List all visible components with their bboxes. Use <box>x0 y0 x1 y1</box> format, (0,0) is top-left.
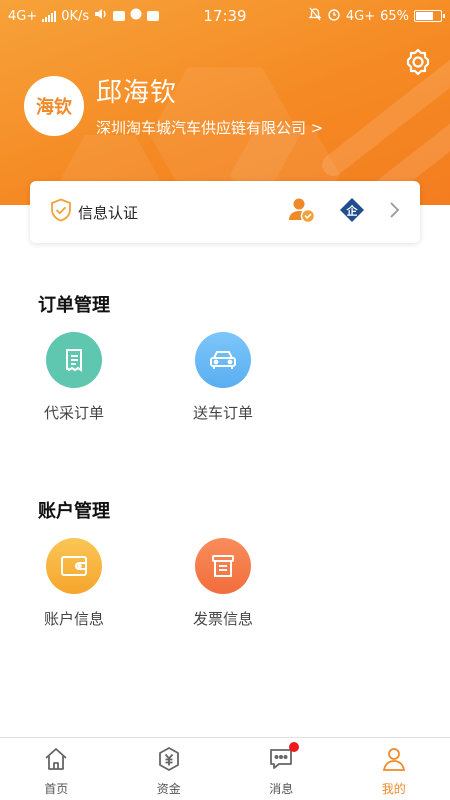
bottom-navigation: 首页 资金 消息 我的 <box>0 737 450 800</box>
mute-icon <box>308 7 322 25</box>
order-management-title: 订单管理 <box>38 295 110 316</box>
funds-icon <box>156 746 182 776</box>
home-icon <box>43 746 69 776</box>
delivery-orders-label: 送车订单 <box>192 404 253 422</box>
account-info-label: 账户信息 <box>43 610 104 628</box>
chevron-right-icon <box>388 201 400 223</box>
purchase-orders-label: 代采订单 <box>43 404 104 422</box>
avatar[interactable]: 海钦 <box>24 76 84 136</box>
nav-label-messages: 消息 <box>269 782 294 796</box>
delivery-orders-button[interactable]: 送车订单 <box>163 332 283 423</box>
profile-header: 4G+ 0K/s 17:39 4G+ 65% 海钦 邱海钦 深圳淘车城汽车供应链… <box>0 0 450 205</box>
network-type-right: 4G+ <box>345 8 376 24</box>
nav-tab-home[interactable]: 首页 <box>0 738 113 800</box>
profile-icon <box>381 746 407 776</box>
info-verification-label: 信息认证 <box>78 203 139 222</box>
invoice-info-button[interactable]: 发票信息 <box>163 538 283 629</box>
account-info-button[interactable]: 账户信息 <box>14 538 134 629</box>
network-speed: 0K/s <box>61 8 90 24</box>
battery-percent: 65% <box>380 8 409 24</box>
company-link[interactable]: 深圳淘车城汽车供应链有限公司 > <box>96 117 323 138</box>
battery-icon <box>414 10 445 22</box>
shield-check-icon <box>50 198 72 226</box>
alarm-icon <box>327 7 341 25</box>
message-notification-icon <box>147 11 160 21</box>
enterprise-verified-icon: 企 <box>338 196 366 228</box>
network-type: 4G+ <box>8 8 38 24</box>
nav-label-profile: 我的 <box>381 782 406 796</box>
invoice-info-label: 发票信息 <box>192 610 253 628</box>
account-management-title: 账户管理 <box>38 501 110 522</box>
enterprise-badge-label: 企 <box>346 204 359 218</box>
wallet-icon <box>46 538 102 594</box>
nav-label-funds: 资金 <box>156 782 181 796</box>
personal-verified-icon <box>288 197 316 227</box>
invoice-icon <box>195 538 251 594</box>
signal-icon <box>42 10 57 22</box>
purchase-orders-button[interactable]: 代采订单 <box>14 332 134 423</box>
mail-notification-icon <box>113 11 126 21</box>
chat-notification-icon <box>130 8 142 24</box>
info-verification-card[interactable]: 信息认证 企 <box>30 181 420 243</box>
volume-icon <box>94 8 108 24</box>
unread-badge <box>289 742 299 752</box>
car-icon <box>195 332 251 388</box>
receipt-icon <box>46 332 102 388</box>
user-name: 邱海钦 <box>96 78 178 108</box>
status-bar: 4G+ 0K/s 17:39 4G+ 65% <box>0 0 450 32</box>
nav-tab-funds[interactable]: 资金 <box>113 738 226 800</box>
nav-tab-messages[interactable]: 消息 <box>225 738 338 800</box>
nav-tab-profile[interactable]: 我的 <box>338 738 450 800</box>
settings-gear-icon[interactable] <box>402 46 434 78</box>
nav-label-home: 首页 <box>44 782 69 796</box>
